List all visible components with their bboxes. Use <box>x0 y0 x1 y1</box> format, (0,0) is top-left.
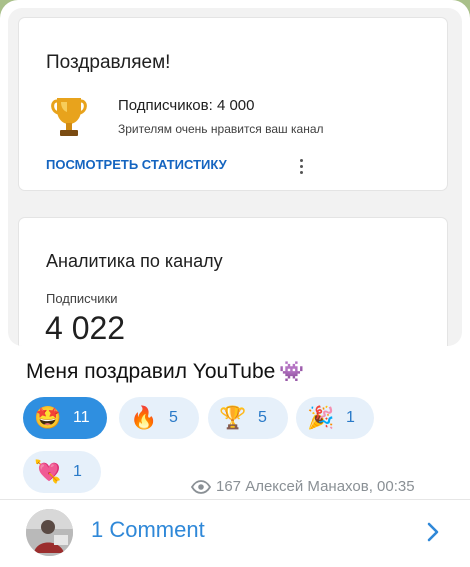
congrats-title: Поздравляем! <box>46 52 171 73</box>
more-options-icon <box>295 156 307 178</box>
message-bubble: Поздравляем! Подписчиков: 4 000 Зрителям… <box>0 0 470 567</box>
message-meta: 167 Алексей Манахов, 00:35 <box>191 478 415 495</box>
reaction-heart-arrow[interactable]: 💘 1 <box>23 451 101 493</box>
message-time: 00:35 <box>377 478 415 495</box>
party-popper-icon: 🎉 <box>307 405 335 430</box>
view-stats-link: ПОСМОТРЕТЬ СТАТИСТИКУ <box>46 157 227 172</box>
subscribers-label: Подписчики <box>46 291 118 306</box>
subscribers-value: 4 022 <box>45 310 126 346</box>
reaction-count: 5 <box>169 409 178 426</box>
reaction-count: 11 <box>73 409 90 426</box>
author-name: Алексей Манахов <box>245 478 369 495</box>
analytics-card: Аналитика по каналу Подписчики 4 022 <box>19 218 447 346</box>
star-struck-icon: 🤩 <box>34 405 62 430</box>
analytics-title: Аналитика по каналу <box>46 251 223 271</box>
reaction-party-popper[interactable]: 🎉 1 <box>296 397 374 439</box>
reaction-count: 5 <box>258 409 267 426</box>
caption-text: Меня поздравил YouTube <box>26 360 276 383</box>
message-caption: Меня поздравил YouTube 👾 <box>26 359 304 384</box>
chevron-right-icon <box>427 522 439 542</box>
reaction-count: 1 <box>73 463 82 480</box>
reaction-trophy[interactable]: 🏆 5 <box>208 397 288 439</box>
trophy-icon: 🏆 <box>219 405 247 430</box>
reaction-star-struck[interactable]: 🤩 11 <box>23 397 107 439</box>
reaction-fire[interactable]: 🔥 5 <box>119 397 199 439</box>
subscribers-count-text: Подписчиков: 4 000 <box>118 97 255 114</box>
comments-button[interactable]: 1 Comment <box>0 500 470 567</box>
congrats-card: Поздравляем! Подписчиков: 4 000 Зрителям… <box>19 18 447 190</box>
avatar <box>26 509 73 556</box>
comments-label: 1 Comment <box>91 517 205 542</box>
fire-icon: 🔥 <box>130 405 158 430</box>
viewers-text: Зрителям очень нравится ваш канал <box>118 122 324 136</box>
trophy-icon <box>51 98 87 136</box>
reaction-count: 1 <box>346 409 355 426</box>
screenshot-image[interactable]: Поздравляем! Подписчиков: 4 000 Зрителям… <box>8 8 462 346</box>
alien-monster-icon: 👾 <box>279 361 305 383</box>
eye-icon <box>191 479 211 494</box>
heart-arrow-icon: 💘 <box>34 459 62 484</box>
views-count: 167 <box>216 478 242 495</box>
